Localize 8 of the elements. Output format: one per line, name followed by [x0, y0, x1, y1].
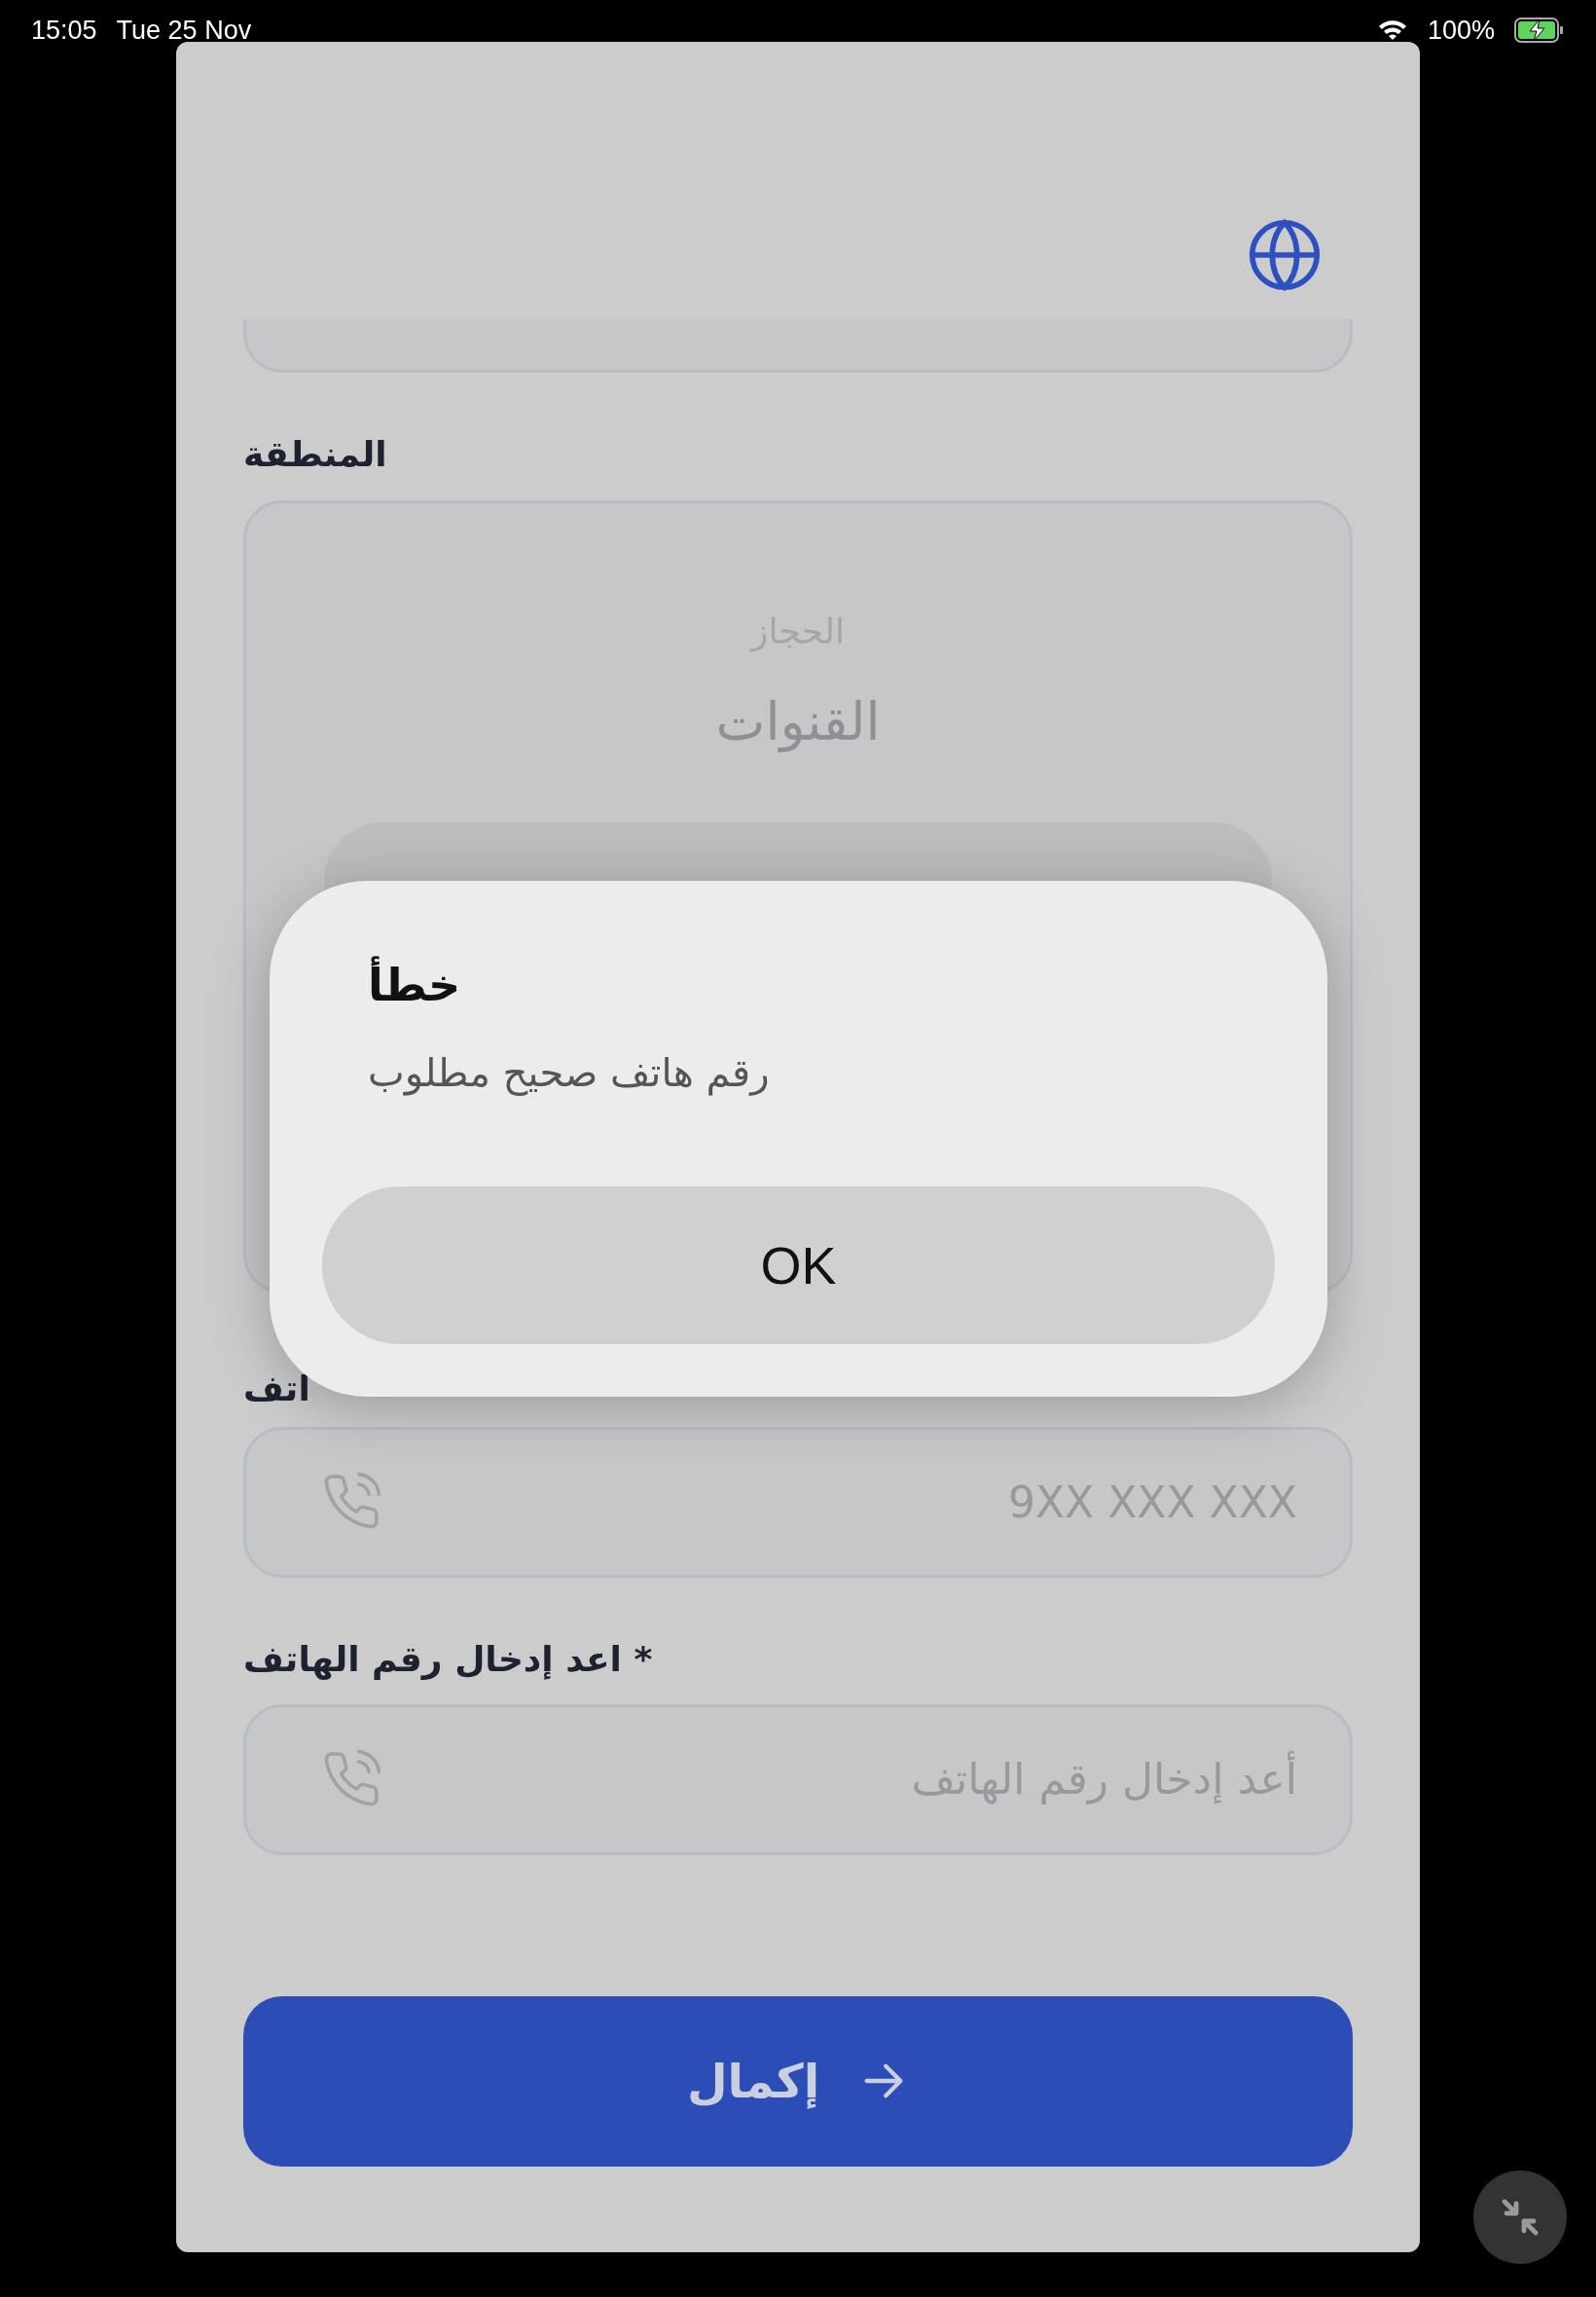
- field-label: اعد إدخال رقم الهاتف *: [243, 1638, 653, 1681]
- field-label: المنطقة: [243, 433, 387, 476]
- status-date: Tue 25 Nov: [116, 17, 252, 44]
- status-time: 15:05: [31, 17, 97, 44]
- battery-percent: 100%: [1427, 17, 1495, 44]
- submit-label: إكمال: [686, 2054, 820, 2109]
- field-label: اتف: [243, 1367, 310, 1410]
- alert-message: رقم هاتف صحيح مطلوب: [368, 1050, 770, 1095]
